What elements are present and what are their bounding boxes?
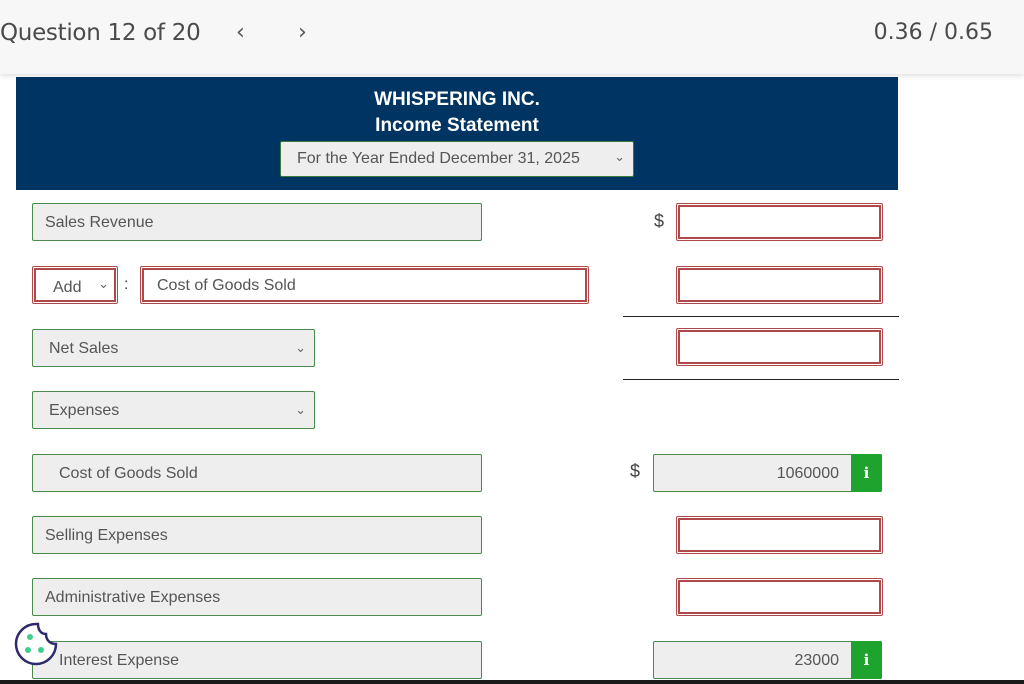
adjustment-label-input[interactable]: Cost of Goods Sold — [140, 266, 589, 304]
net-sales-select-value: Net Sales — [49, 340, 119, 357]
cogs-amount-field[interactable]: 1060000 i — [653, 454, 882, 492]
company-name: WHISPERING INC. — [374, 89, 540, 110]
cogs-amount: 1060000 — [776, 465, 839, 482]
next-question-button[interactable]: › — [298, 20, 307, 45]
currency-symbol: $ — [630, 461, 641, 481]
chevron-down-icon: ⌄ — [295, 340, 306, 355]
statement-title: Income Statement — [375, 115, 539, 136]
sales-revenue-amount-input[interactable] — [676, 203, 883, 241]
question-counter: Question 12 of 20 — [0, 20, 201, 46]
operator-select-value: Add — [53, 279, 82, 296]
expenses-select[interactable]: Expenses ⌄ — [32, 391, 315, 429]
total-rule — [623, 379, 899, 380]
period-select[interactable]: For the Year Ended December 31, 2025 ⌄ — [280, 141, 634, 177]
sales-revenue-label: Sales Revenue — [45, 214, 154, 231]
window-bottom-edge — [0, 680, 1024, 684]
selling-expenses-label: Selling Expenses — [45, 527, 168, 544]
admin-expenses-label-field[interactable]: Administrative Expenses — [32, 578, 482, 616]
previous-question-button[interactable]: ‹ — [236, 20, 245, 45]
period-select-value: For the Year Ended December 31, 2025 — [297, 150, 580, 167]
info-icon[interactable]: i — [851, 641, 882, 679]
expenses-select-value: Expenses — [49, 402, 120, 419]
adjustment-amount-input[interactable] — [676, 266, 883, 304]
adjustment-label: Cost of Goods Sold — [157, 277, 296, 294]
cogs-label: Cost of Goods Sold — [59, 465, 198, 482]
chevron-down-icon: ⌄ — [98, 276, 109, 291]
interest-expense-label: Interest Expense — [59, 652, 180, 669]
admin-expenses-amount-input[interactable] — [676, 578, 883, 616]
question-header: Question 12 of 20 ‹ › 0.36 / 0.65 — [0, 0, 1024, 74]
chevron-down-icon: ⌄ — [295, 402, 306, 417]
interest-expense-amount: 23000 — [794, 652, 840, 669]
statement-header: WHISPERING INC. Income Statement For the… — [16, 77, 898, 190]
selling-expenses-amount-input[interactable] — [676, 516, 883, 554]
currency-symbol: $ — [654, 211, 665, 231]
chevron-down-icon: ⌄ — [614, 149, 625, 164]
info-icon[interactable]: i — [851, 454, 882, 492]
admin-expenses-label: Administrative Expenses — [45, 589, 221, 606]
operator-select[interactable]: Add ⌄ — [32, 266, 118, 304]
selling-expenses-label-field[interactable]: Selling Expenses — [32, 516, 482, 554]
sales-revenue-label-field[interactable]: Sales Revenue — [32, 203, 482, 241]
net-sales-select[interactable]: Net Sales ⌄ — [32, 329, 315, 367]
cookie-settings-icon[interactable] — [12, 620, 60, 668]
net-sales-amount-input[interactable] — [676, 328, 883, 366]
interest-expense-amount-field[interactable]: 23000 i — [653, 641, 882, 679]
subtotal-rule — [623, 316, 899, 317]
cogs-label-field[interactable]: Cost of Goods Sold — [32, 454, 482, 492]
separator-colon: : — [124, 276, 129, 293]
interest-expense-label-field[interactable]: Interest Expense — [32, 641, 482, 679]
score-display: 0.36 / 0.65 — [873, 20, 993, 45]
